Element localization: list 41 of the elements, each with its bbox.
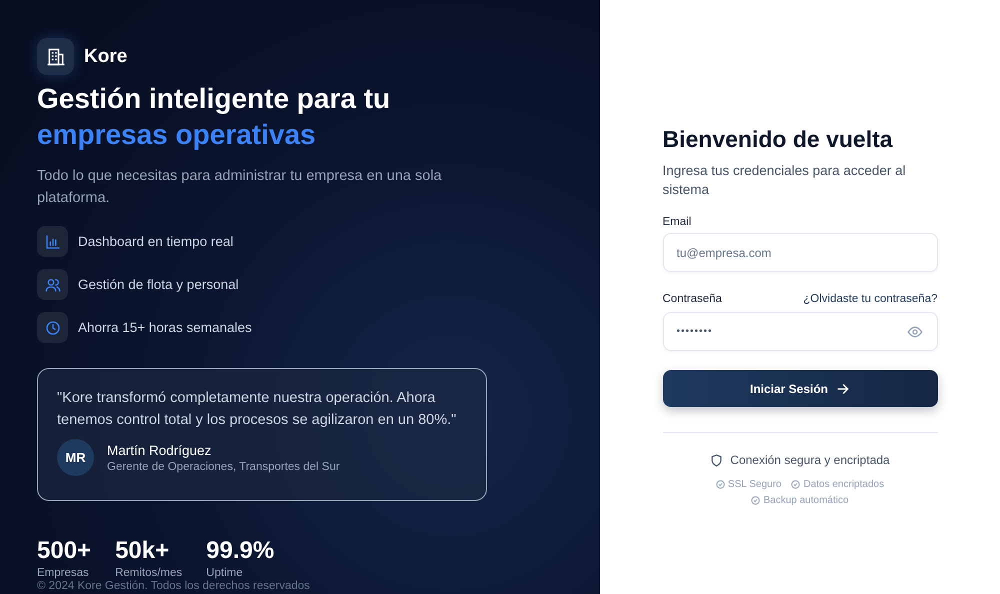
testimonial-quote: "Kore transformó completamente nuestra operación. Ahora tenemos control total y los procesos se agilizaron en un 80%." bbox=[57, 389, 458, 430]
password-label: Contraseña bbox=[662, 293, 722, 305]
building-icon bbox=[37, 38, 74, 75]
shield-icon bbox=[710, 454, 724, 466]
email-field[interactable]: tu@empresa.com bbox=[662, 233, 938, 272]
stat-value: 500+ bbox=[37, 537, 92, 565]
check-circle-icon bbox=[791, 480, 800, 489]
bar-chart-icon bbox=[37, 226, 68, 257]
hero-title: Gestión inteligente para tu bbox=[37, 82, 390, 116]
avatar: MR bbox=[57, 439, 94, 476]
stat-label: Empresas bbox=[37, 567, 90, 579]
users-icon bbox=[37, 269, 68, 300]
stat-value: 50k+ bbox=[115, 537, 170, 565]
security-text: Conexión segura y encriptada bbox=[730, 453, 890, 467]
check-circle-icon bbox=[751, 496, 760, 505]
forgot-password-link[interactable]: ¿Olvidaste tu contraseña? bbox=[803, 293, 938, 305]
badge-label: Backup automático bbox=[763, 495, 849, 506]
stat-label: Uptime bbox=[206, 567, 244, 579]
feature-label: Gestión de flota y personal bbox=[78, 277, 239, 292]
hero-title-highlight: empresas operativas bbox=[37, 118, 316, 152]
password-dots: •••••••• bbox=[676, 326, 714, 337]
author-name: Martín Rodríguez bbox=[107, 442, 212, 458]
email-label: Email bbox=[662, 216, 692, 228]
eye-icon[interactable] bbox=[906, 324, 922, 340]
hero-subtitle: Todo lo que necesitas para administrar tu empresa en una sola plataforma. bbox=[37, 167, 443, 208]
stat-value: 99.9% bbox=[206, 537, 274, 565]
login-button[interactable]: Iniciar Sesión bbox=[662, 370, 938, 407]
arrow-right-icon bbox=[836, 382, 850, 396]
badge-label: Datos encriptados bbox=[803, 479, 884, 490]
check-circle-icon bbox=[716, 480, 725, 489]
login-subtitle: Ingresa tus credenciales para acceder al sistema bbox=[662, 162, 907, 199]
brand-name: Kore bbox=[84, 46, 128, 68]
clock-icon bbox=[37, 312, 68, 343]
stat-label: Remitos/mes bbox=[115, 567, 182, 579]
author-role: Gerente de Operaciones, Transportes del Sur bbox=[107, 460, 340, 472]
badge-label: SSL Seguro bbox=[728, 479, 782, 490]
login-title: Bienvenido de vuelta bbox=[662, 126, 894, 153]
feature-label: Dashboard en tiempo real bbox=[78, 234, 234, 249]
feature-label: Ahorra 15+ horas semanales bbox=[78, 320, 252, 335]
password-field[interactable]: •••••••• bbox=[662, 312, 938, 351]
copyright-text: © 2024 Kore Gestión. Todos los derechos reservados bbox=[37, 580, 311, 593]
